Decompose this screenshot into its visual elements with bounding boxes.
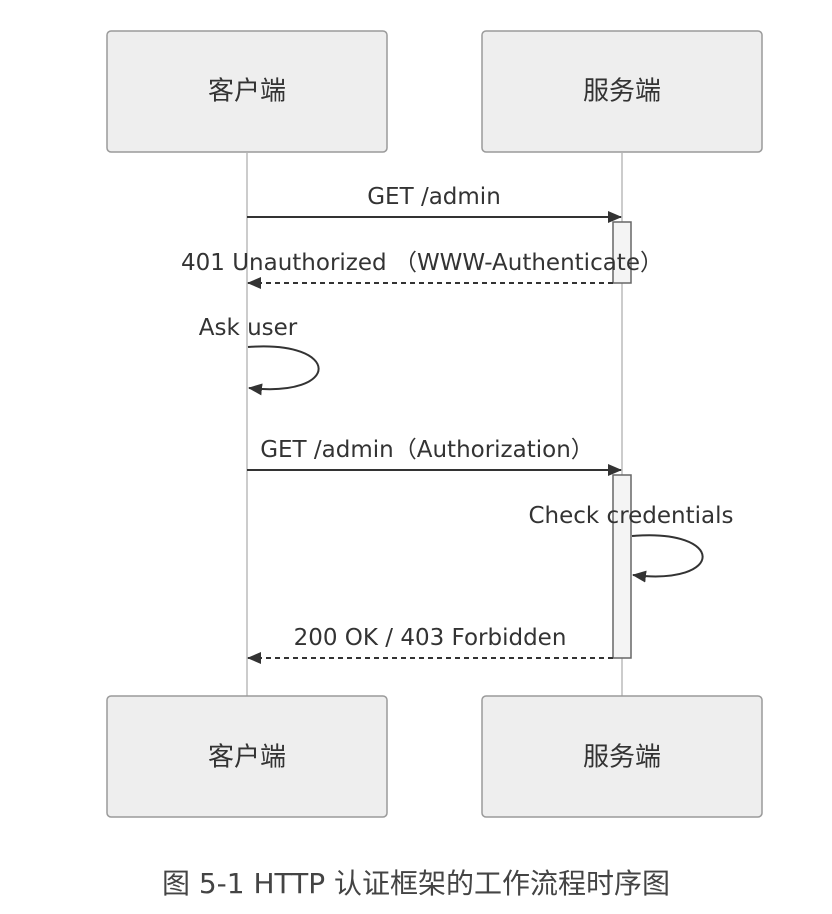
message-401-unauthorized: 401 Unauthorized （WWW-Authenticate） bbox=[181, 250, 663, 289]
message-get-admin: GET /admin bbox=[247, 184, 622, 223]
message-ask-user-arrow bbox=[247, 345, 320, 396]
participant-server-bottom: 服务端 bbox=[481, 695, 763, 818]
message-200-ok-403-forbidden-label: 200 OK / 403 Forbidden bbox=[294, 625, 567, 651]
message-get-admin-label: GET /admin bbox=[367, 184, 501, 210]
message-200-ok-403-forbidden: 200 OK / 403 Forbidden bbox=[247, 625, 613, 664]
participant-server-top: 服务端 bbox=[481, 30, 763, 153]
participant-server-bottom-label: 服务端 bbox=[583, 743, 661, 773]
message-get-admin-authorization: GET /admin（Authorization） bbox=[247, 437, 622, 476]
figure-caption: 图 5-1 HTTP 认证框架的工作流程时序图 bbox=[161, 867, 671, 900]
message-check-credentials-label: Check credentials bbox=[528, 503, 733, 529]
participant-client-top: 客户端 bbox=[106, 30, 388, 153]
message-ask-user-label: Ask user bbox=[199, 315, 298, 341]
sequence-diagram: 客户端 服务端 GET /admin 401 Unauthorized （WWW… bbox=[106, 30, 763, 818]
participant-client-bottom: 客户端 bbox=[106, 695, 388, 818]
message-get-admin-authorization-label: GET /admin（Authorization） bbox=[260, 437, 594, 463]
message-401-unauthorized-label: 401 Unauthorized （WWW-Authenticate） bbox=[181, 250, 663, 276]
participant-server-top-label: 服务端 bbox=[583, 77, 661, 107]
participant-client-top-label: 客户端 bbox=[208, 77, 286, 107]
message-check-credentials-arrow bbox=[631, 534, 704, 583]
participant-client-bottom-label: 客户端 bbox=[208, 743, 286, 773]
message-ask-user: Ask user bbox=[199, 315, 320, 396]
